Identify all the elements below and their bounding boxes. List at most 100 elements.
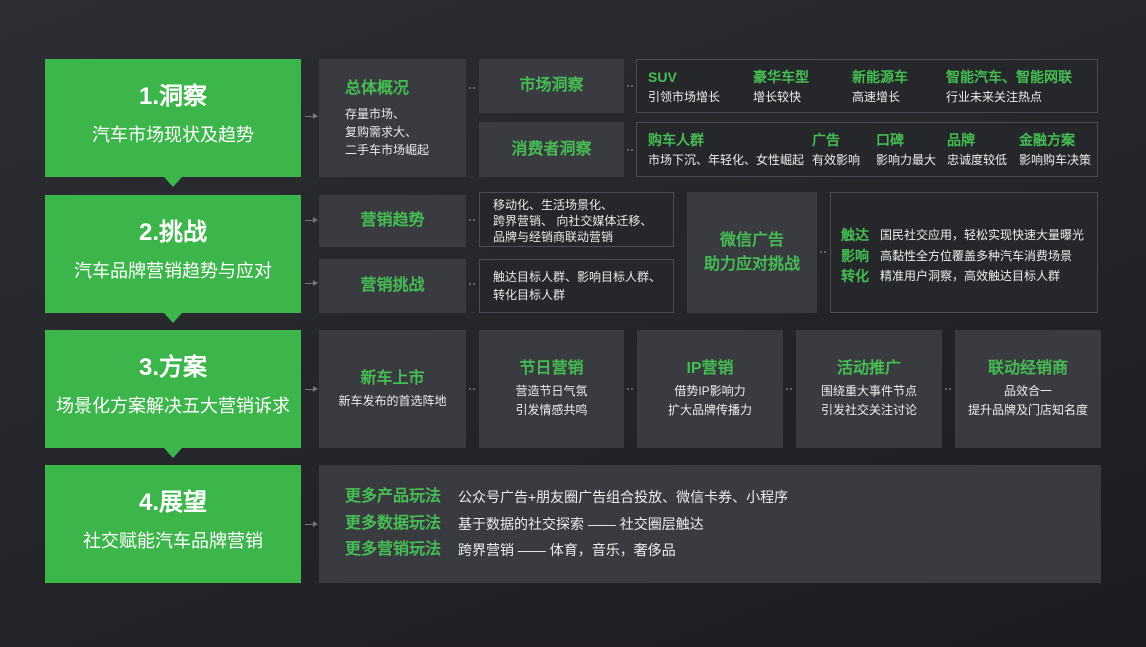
consumer-item-head: 广告 <box>812 132 840 148</box>
outlook-panel: 更多产品玩法 公众号广告+朋友圈广告组合投放、微信卡券、小程序 更多数据玩法 基… <box>319 465 1101 583</box>
dots-connector-icon <box>945 388 947 390</box>
arrow-right-icon <box>305 386 318 392</box>
step-subtitle: 汽车市场现状及趋势 <box>92 125 254 145</box>
market-item: 豪华车型 增长较快 <box>753 67 809 105</box>
marketing-challenge-details: 触达目标人群、影响目标人群、 转化目标人群 <box>479 259 674 313</box>
consumer-item-head: 购车人群 <box>648 132 704 148</box>
advantage-head: 触达 <box>841 227 869 243</box>
market-item: 智能汽车、智能网联 行业未来关注热点 <box>946 67 1072 105</box>
arrow-right-icon <box>305 113 318 119</box>
step-title: 1.洞察 <box>138 83 207 110</box>
consumer-item-text: 忠诚度较低 <box>947 153 1008 167</box>
consumer-item: 购车人群 市场下沉、年轻化、女性崛起 <box>648 130 804 168</box>
solution-card-line: 营造节日气氛 <box>515 384 588 398</box>
advantage-text: 高黏性全方位覆盖多种汽车消费场景 <box>880 248 1073 263</box>
consumer-item-text: 市场下沉、年轻化、女性崛起 <box>648 153 805 167</box>
market-item-text: 引领市场增长 <box>648 90 721 104</box>
step-subtitle: 汽车品牌营销趋势与应对 <box>74 261 272 281</box>
arrow-right-icon <box>305 521 318 527</box>
step-title: 2.挑战 <box>138 219 207 246</box>
challenge-lines: 触达目标人群、影响目标人群、 转化目标人群 <box>493 268 661 304</box>
consumer-item-text: 影响购车决策 <box>1019 153 1092 167</box>
advantage-head: 转化 <box>841 268 869 284</box>
advantage-row: 影响 高黏性全方位覆盖多种汽车消费场景 <box>841 246 1091 267</box>
marketing-trend-box: 营销趋势 <box>319 195 466 247</box>
overview-line: 存量市场、 <box>345 107 406 121</box>
market-item: 新能源车 高速增长 <box>852 67 908 105</box>
advantage-list: 触达 国民社交应用，轻松实现快速大量曝光 影响 高黏性全方位覆盖多种汽车消费场景… <box>841 225 1091 287</box>
step-subtitle: 社交赋能汽车品牌营销 <box>83 531 263 551</box>
outlook-row: 更多营销玩法 跨界营销 —— 体育，音乐，奢侈品 <box>345 537 1085 564</box>
market-item-head: 豪华车型 <box>753 69 809 85</box>
dots-connector-icon <box>469 219 471 221</box>
consumer-item: 金融方案 影响购车决策 <box>1019 130 1091 168</box>
market-item-text: 行业未来关注热点 <box>946 90 1043 104</box>
consumer-item-head: 口碑 <box>876 132 904 148</box>
solution-card-title: 活动推广 <box>836 360 901 377</box>
trend-line: 品牌与经销商联动营销 <box>493 230 614 244</box>
slide: 1.洞察 汽车市场现状及趋势 2.挑战 汽车品牌营销趋势与应对 3.方案 场景化… <box>0 0 1146 647</box>
consumer-trends-panel: 购车人群 市场下沉、年轻化、女性崛起 广告 有效影响 口碑 影响力最大 品牌 忠… <box>636 122 1098 177</box>
wechat-ads-line: 助力应对挑战 <box>703 255 800 273</box>
trend-lines: 移动化、生活场景化、 跨界营销、 向社交媒体迁移、 品牌与经销商联动营销 <box>493 197 652 245</box>
trend-line: 跨界营销、 向社交媒体迁移、 <box>493 214 653 228</box>
outlook-text: 跨界营销 —— 体育，音乐，奢侈品 <box>458 542 676 558</box>
arrow-right-icon <box>305 217 318 223</box>
market-item-text: 高速增长 <box>852 90 901 104</box>
solution-card-line: 引发社交关注讨论 <box>820 403 917 417</box>
advantage-row: 触达 国民社交应用，轻松实现快速大量曝光 <box>841 225 1091 246</box>
market-item-head: 智能汽车、智能网联 <box>946 69 1072 85</box>
outlook-head: 更多营销玩法 <box>345 541 442 558</box>
dots-connector-icon <box>627 85 629 87</box>
triangle-down-icon <box>164 448 182 458</box>
solution-card: 联动经销商 品效合一 提升品牌及门店知名度 <box>955 330 1101 448</box>
wechat-ads-line: 微信广告 <box>719 231 784 249</box>
solution-card-line: 品效合一 <box>1003 384 1052 398</box>
solution-card-line: 提升品牌及门店知名度 <box>967 403 1088 417</box>
outlook-head: 更多产品玩法 <box>345 488 442 505</box>
challenge-line: 触达目标人群、影响目标人群、 <box>493 270 662 284</box>
outlook-row: 更多产品玩法 公众号广告+朋友圈广告组合投放、微信卡券、小程序 <box>345 484 1085 511</box>
overview-panel: 总体概况 存量市场、 复购需求大、 二手车市场崛起 <box>319 59 466 177</box>
outlook-text: 公众号广告+朋友圈广告组合投放、微信卡券、小程序 <box>458 489 789 505</box>
step-solution: 3.方案 场景化方案解决五大营销诉求 <box>45 330 301 448</box>
dots-connector-icon <box>786 388 788 390</box>
dots-connector-icon <box>627 149 629 151</box>
consumer-item: 广告 有效影响 <box>812 130 860 168</box>
trend-line: 移动化、生活场景化、 <box>493 198 614 212</box>
solution-card: 活动推广 围绕重大事件节点 引发社交关注讨论 <box>796 330 942 448</box>
consumer-item-text: 影响力最大 <box>876 153 937 167</box>
market-insight-box: 市场洞察 <box>479 59 624 113</box>
overview-line: 二手车市场崛起 <box>345 143 430 157</box>
market-item-head: SUV <box>648 69 677 85</box>
dots-connector-icon <box>820 251 822 253</box>
consumer-insight-box: 消费者洞察 <box>479 122 624 177</box>
wechat-advantages-panel: 触达 国民社交应用，轻松实现快速大量曝光 影响 高黏性全方位覆盖多种汽车消费场景… <box>830 192 1098 313</box>
advantage-row: 转化 精准用户洞察，高效触达目标人群 <box>841 266 1091 287</box>
consumer-item: 口碑 影响力最大 <box>876 130 936 168</box>
outlook-head: 更多数据玩法 <box>345 514 442 532</box>
solution-card-line: 新车发布的首选阵地 <box>338 393 447 408</box>
marketing-challenge-box: 营销挑战 <box>319 259 466 313</box>
overview-line: 复购需求大、 <box>345 125 418 139</box>
solution-card-line: 引发情感共鸣 <box>515 403 588 417</box>
advantage-text: 国民社交应用，轻松实现快速大量曝光 <box>880 228 1085 242</box>
advantage-text: 精准用户洞察，高效触达目标人群 <box>880 269 1061 283</box>
solution-card-line: 借势IP影响力 <box>674 384 746 398</box>
overview-lines: 存量市场、 复购需求大、 二手车市场崛起 <box>345 105 429 159</box>
dots-connector-icon <box>469 87 471 89</box>
step-subtitle: 场景化方案解决五大营销诉求 <box>56 396 290 416</box>
step-outlook: 4.展望 社交赋能汽车品牌营销 <box>45 465 301 583</box>
market-trends-panel: SUV 引领市场增长 豪华车型 增长较快 新能源车 高速增长 智能汽车、智能网联… <box>636 59 1098 113</box>
market-insight-label: 市场洞察 <box>519 77 584 94</box>
step-title: 4.展望 <box>138 489 207 516</box>
triangle-down-icon <box>164 177 182 187</box>
marketing-trend-details: 移动化、生活场景化、 跨界营销、 向社交媒体迁移、 品牌与经销商联动营销 <box>479 192 674 247</box>
arrow-right-icon <box>305 280 318 286</box>
challenge-line: 转化目标人群 <box>493 288 566 302</box>
outlook-list: 更多产品玩法 公众号广告+朋友圈广告组合投放、微信卡券、小程序 更多数据玩法 基… <box>345 484 1085 564</box>
solution-card: 新车上市 新车发布的首选阵地 <box>319 330 466 448</box>
step-title: 3.方案 <box>138 354 207 381</box>
triangle-down-icon <box>164 313 182 323</box>
solution-card-title: 新车上市 <box>360 369 425 387</box>
